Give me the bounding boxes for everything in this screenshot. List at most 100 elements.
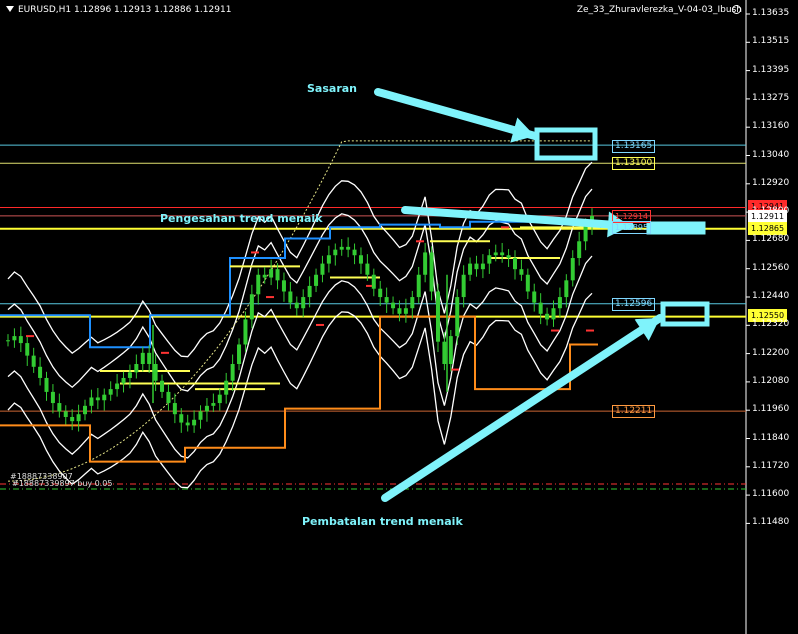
- price-tick-label: 1.13040: [752, 149, 790, 160]
- price-tick-label: 1.11600: [752, 489, 790, 500]
- candle-body: [500, 252, 505, 256]
- candle-body: [50, 391, 55, 404]
- target-annotation: Sasaran: [307, 82, 357, 95]
- candle-body: [12, 336, 17, 341]
- candle-body: [493, 252, 498, 256]
- candle-body: [275, 269, 280, 281]
- candle-body: [249, 294, 254, 320]
- candle-body: [179, 414, 184, 423]
- candle-body: [63, 411, 68, 417]
- candle-body: [371, 274, 376, 289]
- indicator-name: Ze_33_Zhuravlerezka_V-04-03_Ibush: [576, 5, 742, 15]
- chart-menu-icon[interactable]: [6, 6, 14, 12]
- level-label-13165: 1.13165: [612, 140, 656, 153]
- candle-body: [570, 258, 575, 281]
- candle-body: [384, 297, 389, 303]
- candle-body: [487, 255, 492, 264]
- price-tick-label: 1.13635: [752, 8, 790, 18]
- candle-body: [147, 352, 152, 365]
- candle-body: [57, 403, 62, 412]
- price-tick-label: 1.12080: [752, 375, 790, 386]
- candle-body: [583, 224, 588, 242]
- upper-band-outer: [7, 161, 593, 358]
- candle-body: [352, 249, 357, 256]
- candle-body: [564, 280, 569, 298]
- candle-body: [442, 341, 447, 365]
- candle-body: [403, 308, 408, 314]
- candle-body: [18, 336, 23, 344]
- price-tick-label: 1.13275: [752, 92, 790, 103]
- price-tick-label: 1.12320: [752, 319, 790, 330]
- candle-body: [326, 255, 331, 264]
- confirm-annotation: Pengesahan trend menaik: [160, 212, 323, 225]
- candle-body: [83, 405, 88, 415]
- smiley-icon: [732, 5, 741, 14]
- price-chart[interactable]: [0, 0, 798, 634]
- candle-body: [269, 269, 274, 278]
- candle-body: [6, 340, 10, 342]
- candle-body: [545, 313, 550, 320]
- candle-body: [557, 297, 562, 309]
- candle-body: [461, 274, 466, 298]
- cancel-highlight-box: [660, 301, 710, 327]
- price-tick-label: 1.13515: [752, 36, 790, 47]
- candle-body: [577, 241, 582, 259]
- candle-body: [397, 308, 402, 314]
- candle-body: [288, 291, 293, 303]
- candle-body: [301, 297, 306, 309]
- axis-label-12865: 1.12865: [748, 222, 788, 235]
- price-tick-label: 1.12800: [752, 206, 790, 217]
- candle-body: [506, 255, 511, 259]
- candle-body: [307, 285, 312, 298]
- price-tick-label: 1.12440: [752, 291, 790, 301]
- candle-body: [70, 416, 75, 422]
- candle-body: [44, 377, 49, 392]
- candle-body: [211, 403, 216, 406]
- candle-body: [416, 274, 421, 298]
- price-tick-label: 1.11480: [752, 517, 790, 528]
- price-tick-label: 1.12680: [752, 234, 790, 245]
- candle-body: [134, 364, 139, 373]
- cancel-annotation: Pembatalan trend menaik: [302, 515, 463, 528]
- candle-body: [102, 394, 107, 401]
- target-highlight-box: [534, 127, 598, 161]
- candle-body: [512, 258, 517, 270]
- candle-body: [127, 372, 132, 378]
- candle-body: [532, 291, 537, 303]
- candle-body: [31, 355, 36, 367]
- level-label-12895: 1.12895: [612, 221, 652, 234]
- candle-body: [38, 366, 43, 378]
- candle-body: [519, 269, 524, 275]
- candle-body: [160, 380, 165, 392]
- candle-body: [468, 263, 473, 275]
- price-tick-label: 1.13395: [752, 64, 790, 75]
- price-tick-label: 1.11720: [752, 460, 790, 471]
- candle-body: [429, 252, 434, 292]
- mt4-chart-window[interactable]: EURUSD,H1 1.12896 1.12913 1.12886 1.1291…: [0, 0, 798, 634]
- candle-body: [262, 274, 267, 278]
- candle-body: [95, 397, 100, 401]
- candle-body: [314, 274, 319, 286]
- candle-body: [198, 411, 203, 420]
- candle-body: [25, 343, 30, 356]
- candle-body: [410, 297, 415, 309]
- trailing-stop-blue: [0, 220, 600, 349]
- candle-body: [365, 263, 370, 275]
- candle-body: [525, 274, 530, 292]
- candle-body: [455, 297, 460, 337]
- candle-body: [172, 403, 177, 415]
- candle-body: [115, 383, 120, 390]
- moving-average-dashed: [7, 140, 592, 482]
- candle-body: [423, 252, 428, 275]
- candle-body: [76, 414, 81, 422]
- symbol-info: EURUSD,H1 1.12896 1.12913 1.12886 1.1291…: [18, 5, 232, 15]
- candle-body: [474, 263, 479, 270]
- level-label-12596: 1.12596: [612, 298, 656, 311]
- candle-body: [346, 246, 351, 250]
- price-tick-label: 1.11960: [752, 404, 790, 415]
- candle-body: [108, 389, 113, 395]
- candle-body: [339, 246, 344, 250]
- candle-body: [185, 422, 190, 426]
- candle-body: [480, 263, 485, 270]
- candle-body: [538, 302, 543, 314]
